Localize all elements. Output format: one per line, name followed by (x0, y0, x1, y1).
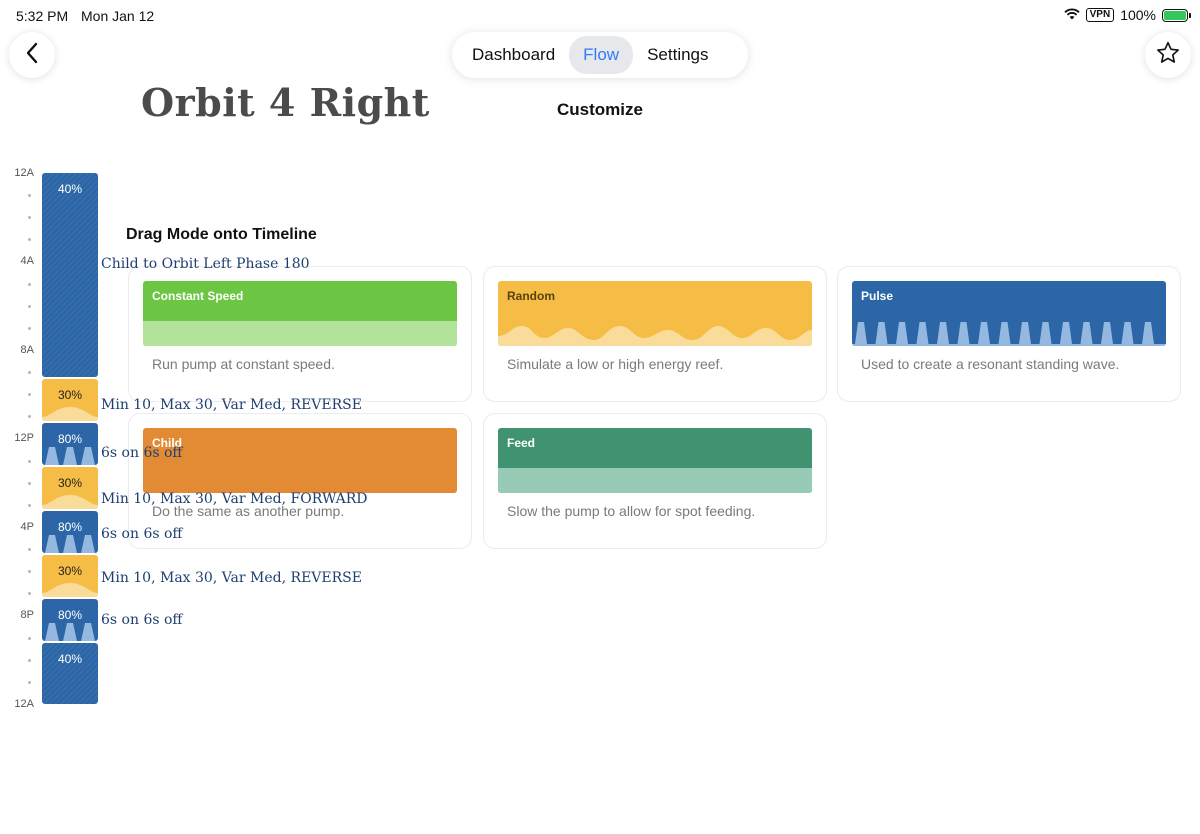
timeline-segment-pulse[interactable]: 80% (42, 511, 98, 553)
segment-description: Min 10, Max 30, Var Med, REVERSE (101, 570, 362, 586)
axis-label-4a: 4A (20, 255, 34, 267)
tab-dashboard[interactable]: Dashboard (458, 36, 569, 74)
chevron-left-icon (25, 42, 39, 69)
status-time: 5:32 PM (16, 8, 69, 24)
modes-heading: Drag Mode onto Timeline (126, 226, 317, 243)
mode-description: Run pump at constant speed. (152, 356, 335, 372)
axis-label-12p: 12P (14, 432, 34, 444)
axis-tick-dot (28, 658, 31, 662)
mode-banner: Random (498, 281, 812, 346)
mode-card-feed[interactable]: Feed Slow the pump to allow for spot fee… (483, 413, 827, 549)
segment-description: Child to Orbit Left Phase 180 (101, 256, 310, 272)
timeline-segment-random[interactable]: 30% (42, 555, 98, 597)
mode-banner: Child (143, 428, 457, 493)
tab-settings[interactable]: Settings (633, 36, 722, 74)
mode-description: Simulate a low or high energy reef. (507, 356, 724, 372)
axis-tick-dot (28, 592, 31, 596)
timeline-segment-constant[interactable]: 40% (42, 643, 98, 704)
segment-percent: 80% (57, 520, 83, 534)
axis-tick-dot (28, 415, 31, 419)
axis-tick-dot (28, 481, 31, 485)
mode-banner: Pulse (852, 281, 1166, 346)
mode-name: Constant Speed (152, 289, 244, 303)
battery-percent: 100% (1120, 7, 1156, 23)
axis-tick-dot (28, 326, 31, 330)
axis-label-12a-end: 12A (14, 698, 34, 710)
axis-tick-dot (28, 304, 31, 308)
status-indicators: VPN 100% (1063, 7, 1191, 23)
axis-tick-dot (28, 570, 31, 574)
mode-name: Random (507, 289, 555, 303)
vpn-badge: VPN (1085, 8, 1115, 22)
axis-tick-dot (28, 393, 31, 397)
mode-banner: Feed (498, 428, 812, 493)
status-date: Mon Jan 12 (81, 8, 155, 24)
axis-tick-dot (28, 216, 31, 220)
mode-description: Slow the pump to allow for spot feeding. (507, 503, 756, 519)
axis-label-8p: 8P (20, 609, 34, 621)
segment-description: 6s on 6s off (101, 612, 183, 628)
mode-banner-shade (143, 321, 457, 346)
timeline-segment-random[interactable]: 30% (42, 379, 98, 421)
mode-card-random[interactable]: Random Simulate a low or high energy ree… (483, 266, 827, 402)
timeline-segment-constant[interactable]: 40% (42, 173, 98, 377)
mode-banner-shade (498, 468, 812, 493)
axis-tick-dot (28, 680, 31, 684)
mode-name: Feed (507, 436, 536, 450)
page-title: Orbit 4 Right (141, 80, 430, 125)
random-wave (498, 326, 812, 346)
mode-card-constant-speed[interactable]: Constant Speed Run pump at constant spee… (128, 266, 472, 402)
segment-description: 6s on 6s off (101, 445, 183, 461)
back-button[interactable] (9, 32, 55, 78)
segment-description: Min 10, Max 30, Var Med, REVERSE (101, 397, 362, 413)
axis-label-12a: 12A (14, 167, 34, 179)
tab-flow[interactable]: Flow (569, 36, 634, 74)
favorite-button[interactable] (1145, 32, 1191, 78)
segment-percent: 30% (57, 388, 83, 402)
axis-tick-dot (28, 282, 31, 286)
segment-percent: 80% (57, 432, 83, 446)
mode-card-pulse[interactable]: Pulse Used to create a resonant standing… (837, 266, 1181, 402)
pulse-wave (852, 322, 1166, 346)
axis-tick-dot (28, 194, 31, 198)
axis-tick-dot (28, 636, 31, 640)
customize-label[interactable]: Customize (557, 100, 643, 120)
timeline-segment-pulse[interactable]: 80% (42, 423, 98, 465)
segment-percent: 30% (57, 564, 83, 578)
segment-percent: 80% (57, 608, 83, 622)
view-tabs: Dashboard Flow Settings (452, 32, 748, 78)
wifi-icon (1063, 7, 1080, 23)
axis-tick-dot (28, 459, 31, 463)
segment-description: Min 10, Max 30, Var Med, FORWARD (101, 491, 368, 507)
segment-description: 6s on 6s off (101, 526, 183, 542)
segment-percent: 40% (57, 182, 83, 196)
star-icon (1155, 40, 1181, 71)
mode-description: Used to create a resonant standing wave. (861, 356, 1120, 372)
axis-label-4p: 4P (20, 521, 34, 533)
battery-charging-icon (1162, 8, 1191, 22)
segment-percent: 30% (57, 476, 83, 490)
axis-tick-dot (28, 503, 31, 507)
axis-tick-dot (28, 371, 31, 375)
mode-name: Pulse (861, 289, 894, 303)
axis-tick-dot (28, 548, 31, 552)
axis-label-8a: 8A (20, 344, 34, 356)
timeline-segment-random[interactable]: 30% (42, 467, 98, 509)
axis-tick-dot (28, 238, 31, 242)
segment-percent: 40% (57, 652, 83, 666)
timeline-segment-pulse[interactable]: 80% (42, 599, 98, 641)
mode-banner: Constant Speed (143, 281, 457, 346)
